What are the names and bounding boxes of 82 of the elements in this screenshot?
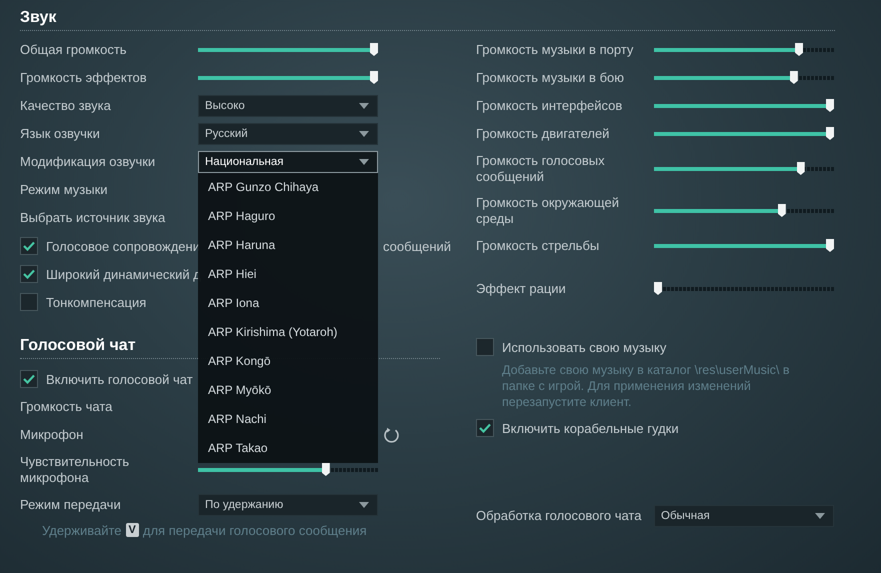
checkbox-label: Включить корабельные гудки [502,420,679,436]
slider[interactable] [654,99,834,113]
checkbox[interactable] [20,265,38,283]
slider[interactable] [654,239,834,253]
setting-label: Режим передачи [20,497,122,513]
setting-label: Громкость эффектов [20,70,148,86]
dropdown-option[interactable]: ARP Haruna [198,231,378,260]
caret-icon [359,103,369,109]
setting-label: Модификация озвучки [20,154,156,170]
slider-thumb[interactable] [826,239,834,252]
dropdown[interactable]: По удержанию [198,494,378,516]
setting-label: Громкость окружающей среды [476,195,620,227]
setting-label: Чувствительность микрофона [20,454,130,486]
setting-label: Качество звука [20,98,112,114]
checkbox-label: Тонкомпенсация [46,294,146,310]
checkbox-label: сообщений [382,238,452,254]
slider-thumb[interactable] [826,127,834,140]
checkbox-label: Широкий динамический д [46,266,201,282]
slider-thumb[interactable] [790,71,798,84]
setting-label: Режим музыки [20,182,109,198]
setting-label: Выбрать источник звука [20,210,166,226]
slider-thumb[interactable] [826,99,834,112]
dropdown[interactable]: Обычная [654,505,834,527]
slider[interactable] [198,463,378,477]
caret-icon [359,502,369,508]
setting-label: Громкость стрельбы [476,238,600,254]
setting-label: Громкость музыки в бою [476,70,626,86]
checkbox-label: Включить голосовой чат [46,372,193,386]
slider[interactable] [654,43,834,57]
setting-label: Общая громкость [20,42,128,58]
slider-thumb[interactable] [778,204,786,217]
dropdown[interactable]: Национальная [198,151,378,173]
setting-label: Язык озвучки [20,126,101,142]
checkbox[interactable] [20,237,38,255]
refresh-icon[interactable] [383,426,400,444]
setting-label: Громкость голосовых сообщений [476,153,606,185]
slider-thumb[interactable] [795,43,804,56]
hint-text: Добавьте свою музыку в каталог \res\userMusic\ в папке с игрой. Для применения изменений перезапустите клиент. [501,362,790,410]
caret-icon [359,131,369,137]
slider-thumb[interactable] [322,463,330,476]
dropdown-option[interactable]: ARP Iona [198,289,378,318]
section-title: Звук [20,8,58,28]
slider[interactable] [654,127,834,141]
setting-label: Громкость музыки в порту [476,42,634,58]
dropdown[interactable]: Русский [198,123,378,145]
dropdown-option[interactable]: ARP Takao [198,434,378,463]
slider-thumb[interactable] [796,162,805,175]
dropdown-option[interactable]: ARP Nachi [198,405,378,434]
slider[interactable] [654,282,834,296]
key-badge: V [126,523,139,537]
checkbox-label: Использовать свою музыку [502,340,666,354]
hint-text: для передачи голосового сообщения [142,522,367,538]
section-title: Голосовой чат [20,336,137,356]
dropdown-option[interactable]: ARP Gunzo Chihaya [198,173,378,202]
slider-thumb[interactable] [370,43,378,56]
slider[interactable] [198,71,378,85]
slider[interactable] [198,43,378,57]
dropdown-option[interactable]: ARP Hiei [198,260,378,289]
hint-text: Удерживайте [42,522,122,538]
setting-label: Громкость чата [20,399,114,415]
checkbox[interactable] [476,338,494,356]
dropdown-option[interactable]: ARP Haguro [198,202,378,231]
caret-icon [815,513,825,519]
slider[interactable] [654,204,834,218]
slider-thumb[interactable] [654,282,662,295]
slider[interactable] [654,71,834,85]
checkbox[interactable] [20,370,38,388]
setting-label: Эффект рации [476,281,567,297]
setting-label: Громкость интерфейсов [476,98,624,114]
slider-thumb[interactable] [370,71,378,84]
dropdown-option[interactable]: ARP Kongō [198,347,378,376]
checkbox[interactable] [20,293,38,311]
setting-label: Обработка голосового чата [476,508,642,524]
caret-icon [359,159,369,165]
slider[interactable] [654,162,834,176]
setting-label: Громкость двигателей [476,126,610,142]
dropdown[interactable]: Высоко [198,95,378,117]
dropdown-option[interactable]: ARP Kirishima (Yotaroh) [198,318,378,347]
dropdown-option[interactable]: ARP Myōkō [198,376,378,405]
checkbox[interactable] [476,419,494,437]
setting-label: Микрофон [20,427,84,443]
checkbox-label: Голосовое сопровождени [46,238,200,254]
